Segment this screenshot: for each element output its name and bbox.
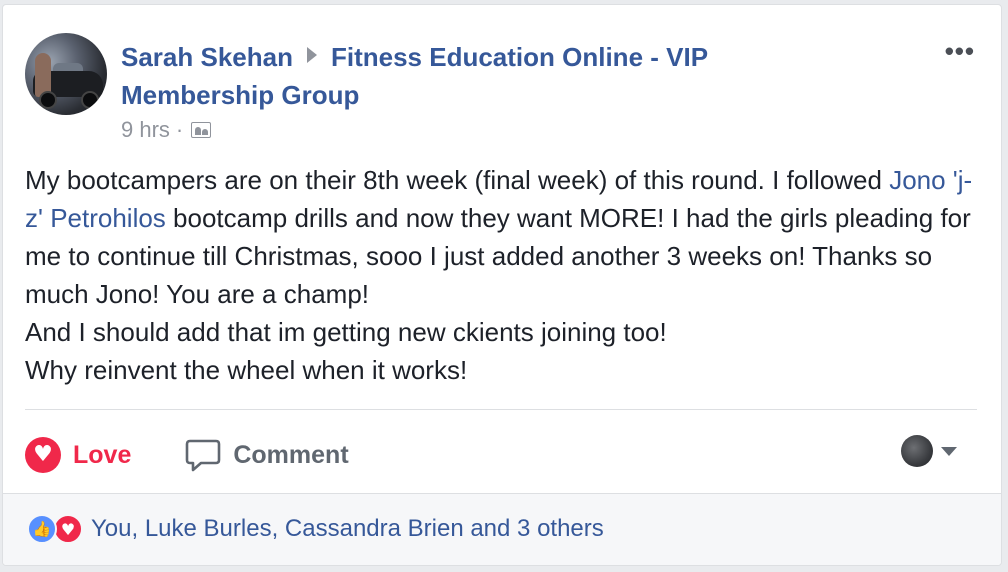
post-meta: 9 hrs · bbox=[121, 117, 212, 143]
post-text: My bootcampers are on their 8th week (fi… bbox=[25, 161, 985, 389]
speech-bubble-icon bbox=[186, 439, 221, 472]
post-header: Sarah Skehan Fitness Education Online - V… bbox=[121, 38, 821, 114]
author-avatar[interactable] bbox=[25, 33, 107, 115]
actions-divider bbox=[25, 409, 977, 410]
reactions-summary-text[interactable]: You, Luke Burles, Cassandra Brien and 3 … bbox=[91, 515, 604, 543]
post-card: Sarah Skehan Fitness Education Online - V… bbox=[2, 4, 1002, 566]
love-label: Love bbox=[73, 440, 132, 469]
author-name-link[interactable]: Sarah Skehan bbox=[121, 42, 293, 72]
comment-label: Comment bbox=[233, 440, 349, 469]
comment-button[interactable]: Comment bbox=[185, 438, 349, 472]
viewer-avatar bbox=[901, 435, 933, 467]
more-options-icon[interactable]: ••• bbox=[945, 38, 975, 64]
post-text-line: And I should add that im getting new cki… bbox=[25, 317, 667, 347]
reactions-footer: 👍 ♥ You, Luke Burles, Cassandra Brien an… bbox=[3, 493, 1001, 565]
post-text-part: bootcamp drills and now they want MORE! … bbox=[25, 203, 971, 309]
post-as-selector[interactable] bbox=[901, 435, 957, 467]
meta-separator: · bbox=[175, 117, 184, 142]
chevron-down-icon bbox=[941, 446, 957, 456]
heart-icon: ♥ bbox=[25, 437, 61, 473]
post-text-line: Why reinvent the wheel when it works! bbox=[25, 355, 468, 385]
love-button[interactable]: ♥ Love bbox=[25, 437, 131, 473]
post-text-part: My bootcampers are on their 8th week (fi… bbox=[25, 165, 890, 195]
reactions-summary[interactable]: 👍 ♥ You, Luke Burles, Cassandra Brien an… bbox=[27, 514, 604, 544]
love-icon: ♥ bbox=[53, 514, 83, 544]
like-icon: 👍 bbox=[27, 514, 57, 544]
post-timestamp[interactable]: 9 hrs bbox=[121, 117, 170, 143]
post-actions: ♥ Love Comment bbox=[25, 433, 403, 477]
group-audience-icon[interactable] bbox=[191, 122, 212, 138]
shared-to-arrow-icon bbox=[306, 47, 317, 63]
